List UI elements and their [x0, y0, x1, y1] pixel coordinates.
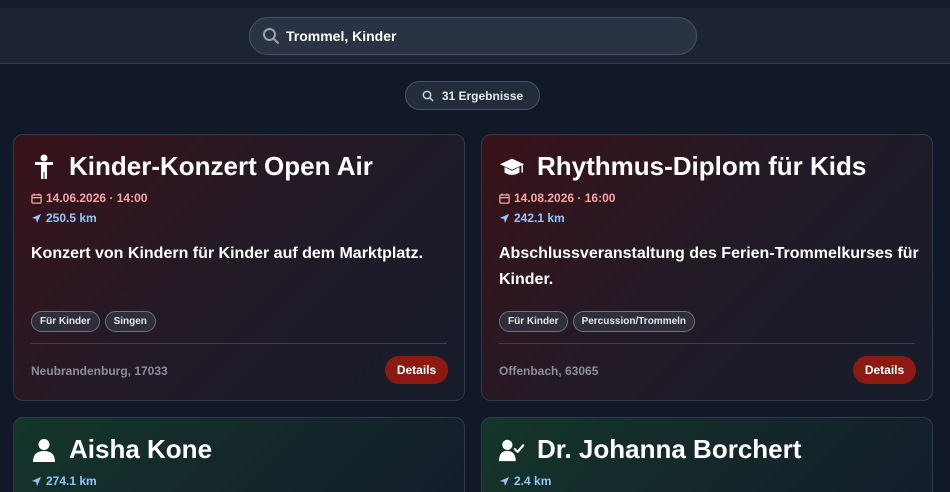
- person-distance: 2.4 km: [499, 474, 551, 488]
- event-date: 14.08.2026 · 16:00: [499, 191, 615, 205]
- graduation-cap-icon: [499, 153, 525, 181]
- calendar-icon: [31, 192, 42, 204]
- search-input[interactable]: Trommel, Kinder: [249, 17, 697, 55]
- event-description: Abschlussveranstaltung des Ferien-Tromme…: [499, 245, 919, 288]
- event-card[interactable]: Kinder-Konzert Open Air 14.06.2026 · 14:…: [13, 134, 465, 401]
- location-arrow-icon: [31, 476, 42, 486]
- event-card[interactable]: Rhythmus-Diplom für Kids 14.08.2026 · 16…: [481, 134, 933, 401]
- event-distance-text: 242.1 km: [514, 211, 565, 225]
- event-date-text: 14.08.2026 · 16:00: [514, 191, 616, 205]
- tag[interactable]: Singen: [104, 311, 156, 332]
- person-name: Aisha Kone: [69, 434, 213, 464]
- person-title-row: Dr. Johanna Borchert: [499, 434, 801, 465]
- person-distance: 274.1 km: [31, 474, 97, 488]
- event-title-row: Rhythmus-Diplom für Kids: [499, 151, 866, 182]
- event-tags: Für Kinder Singen: [31, 311, 156, 332]
- person-card[interactable]: Dr. Johanna Borchert 2.4 km: [481, 417, 933, 492]
- event-distance: 250.5 km: [31, 211, 97, 225]
- event-location: Offenbach, 63065: [499, 364, 599, 378]
- person-title-row: Aisha Kone: [31, 434, 212, 465]
- divider: [31, 343, 447, 344]
- event-distance: 242.1 km: [499, 211, 565, 225]
- details-button[interactable]: Details: [853, 356, 916, 384]
- search-icon: [422, 90, 434, 101]
- divider: [499, 343, 915, 344]
- top-bar: Trommel, Kinder: [0, 0, 950, 64]
- location-arrow-icon: [499, 213, 510, 223]
- person-name: Dr. Johanna Borchert: [537, 434, 802, 464]
- event-date-text: 14.06.2026 · 14:00: [46, 191, 148, 205]
- event-tags: Für Kinder Percussion/Trommeln: [499, 311, 696, 332]
- user-check-icon: [499, 436, 525, 464]
- search-icon: [263, 28, 279, 44]
- tag[interactable]: Für Kinder: [31, 311, 100, 332]
- person-distance-text: 2.4 km: [514, 474, 552, 488]
- tag[interactable]: Für Kinder: [499, 311, 568, 332]
- search-value[interactable]: Trommel, Kinder: [286, 28, 396, 44]
- event-title-row: Kinder-Konzert Open Air: [31, 151, 373, 182]
- user-icon: [31, 436, 57, 464]
- child-icon: [31, 153, 57, 181]
- event-title: Kinder-Konzert Open Air: [69, 151, 373, 181]
- person-distance-text: 274.1 km: [46, 474, 97, 488]
- event-description: Konzert von Kindern für Kinder auf dem M…: [31, 245, 424, 262]
- person-card[interactable]: Aisha Kone 274.1 km: [13, 417, 465, 492]
- results-count-badge: 31 Ergebnisse: [405, 81, 540, 110]
- location-arrow-icon: [31, 213, 42, 223]
- details-button[interactable]: Details: [385, 356, 448, 384]
- event-title: Rhythmus-Diplom für Kids: [537, 151, 867, 181]
- event-distance-text: 250.5 km: [46, 211, 97, 225]
- event-location: Neubrandenburg, 17033: [31, 364, 168, 378]
- calendar-icon: [499, 192, 510, 204]
- event-date: 14.06.2026 · 14:00: [31, 191, 147, 205]
- location-arrow-icon: [499, 476, 510, 486]
- tag[interactable]: Percussion/Trommeln: [572, 311, 696, 332]
- results-count-label: 31 Ergebnisse: [441, 88, 524, 103]
